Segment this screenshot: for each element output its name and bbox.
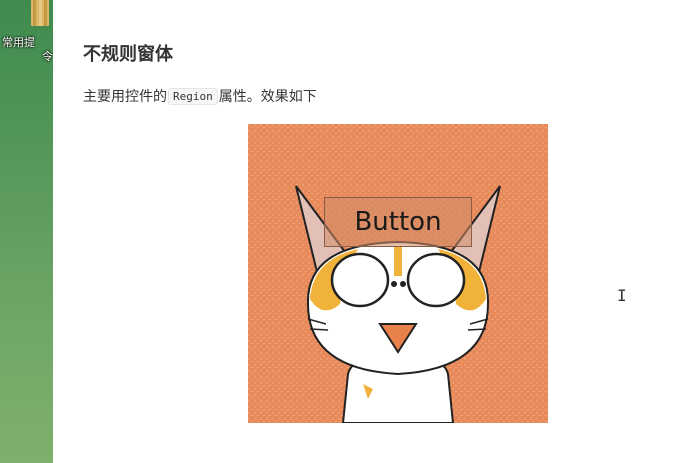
para-text-before: 主要用控件的 bbox=[83, 89, 167, 105]
cat-forehead-stripe bbox=[394, 246, 402, 276]
inline-code: Region bbox=[168, 87, 218, 105]
cat-left-pupil bbox=[391, 281, 397, 287]
desktop-shortcut-label-line2: 令 bbox=[42, 50, 53, 63]
folder-icon[interactable] bbox=[30, 0, 50, 28]
description-paragraph: 主要用控件的 Region 属性。效果如下 bbox=[83, 86, 317, 106]
cat-right-eye bbox=[406, 252, 466, 308]
para-text-after: 属性。效果如下 bbox=[218, 89, 317, 105]
demo-image bbox=[248, 124, 548, 423]
cat-right-pupil bbox=[400, 281, 406, 287]
section-heading: 不规则窗体 bbox=[83, 44, 173, 65]
desktop-shortcut-label[interactable]: 常用提 bbox=[2, 36, 53, 49]
text-cursor-icon: I bbox=[617, 286, 627, 305]
demo-button[interactable]: Button bbox=[324, 197, 472, 247]
document-page: 不规则窗体 主要用控件的 Region 属性。效果如下 Button I bbox=[53, 0, 684, 463]
desktop-background: 常用提 令 bbox=[0, 0, 53, 463]
cat-left-eye bbox=[330, 252, 390, 308]
